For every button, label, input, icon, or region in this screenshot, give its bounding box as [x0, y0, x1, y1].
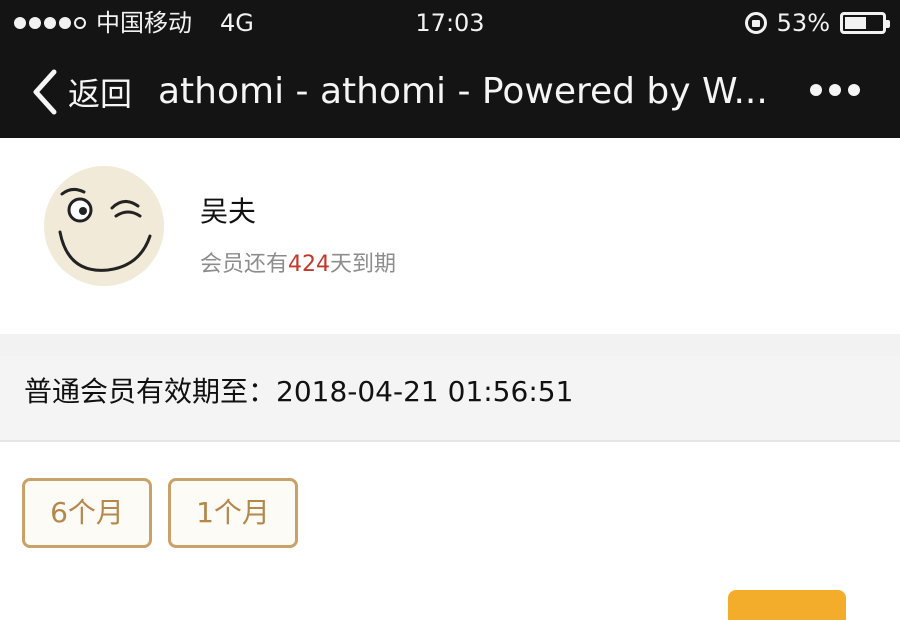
status-right: 53%	[744, 0, 890, 46]
plan-1-month-button[interactable]: 1个月	[168, 478, 298, 548]
validity-section: 普通会员有效期至：2018-04-21 01:56:51	[0, 356, 900, 442]
action-button[interactable]	[728, 590, 846, 620]
profile-section: 吴夫 会员还有424天到期	[0, 138, 900, 334]
membership-prefix: 会员还有	[200, 252, 289, 277]
back-label: 返回	[68, 75, 133, 113]
plan-options: 6个月 1个月	[0, 442, 900, 620]
status-bar: 中国移动 4G 17:03 53%	[0, 0, 900, 46]
user-name: 吴夫	[200, 195, 257, 228]
validity-date: 普通会员有效期至：2018-04-21 01:56:51	[24, 375, 574, 408]
navigation-bar: 返回 athomi - athomi - Powered by W...	[0, 46, 900, 138]
membership-remaining: 会员还有424天到期	[200, 246, 396, 278]
membership-suffix: 天到期	[330, 252, 397, 277]
plan-6-months-button[interactable]: 6个月	[22, 478, 152, 548]
rotation-lock-icon	[744, 12, 767, 34]
back-button[interactable]: 返回	[28, 46, 132, 138]
back-chevron-icon	[33, 69, 57, 115]
more-dots-icon[interactable]	[810, 84, 860, 96]
section-divider	[0, 334, 900, 356]
battery-percent: 53%	[776, 9, 830, 37]
avatar[interactable]	[44, 166, 164, 286]
wink-face-icon	[44, 166, 164, 286]
membership-days: 424	[288, 252, 331, 277]
battery-icon	[840, 12, 890, 34]
page-title: athomi - athomi - Powered by W...	[158, 71, 768, 112]
